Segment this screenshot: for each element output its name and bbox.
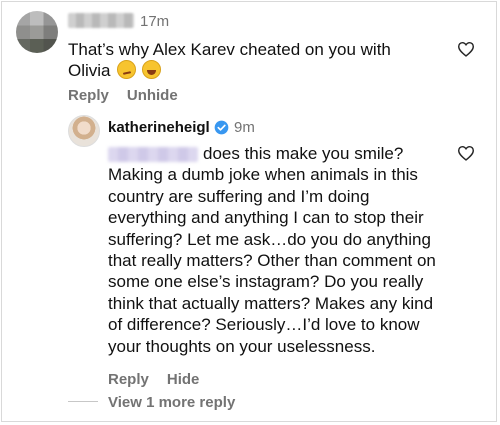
comment-text: That’s why Alex Karev cheated on you wit… [68, 40, 391, 80]
reply-button[interactable]: Reply [108, 371, 149, 388]
comment-timestamp: 17m [140, 13, 170, 30]
tears-of-joy-icon [141, 60, 161, 79]
hide-button[interactable]: Hide [167, 371, 200, 388]
like-reply-heart-icon[interactable] [457, 145, 475, 161]
comment-actions: Reply Unhide [68, 87, 196, 104]
view-more-divider [68, 401, 98, 402]
commenter-avatar[interactable] [16, 11, 58, 53]
blurred-commenter-username[interactable] [68, 13, 134, 28]
reply-avatar[interactable] [68, 115, 100, 147]
smirking-face-icon [116, 60, 136, 79]
reply-text: does this make you smile? Making a dumb … [108, 144, 436, 356]
reply-username[interactable]: katherineheigl [108, 119, 210, 136]
view-more-replies-link[interactable]: View 1 more reply [108, 394, 235, 411]
reply-timestamp: 9m [234, 119, 255, 136]
reply-button[interactable]: Reply [68, 87, 109, 104]
verified-badge-icon [214, 120, 229, 135]
reply-actions: Reply Hide [108, 371, 217, 388]
unhide-button[interactable]: Unhide [127, 87, 178, 104]
comments-panel: 17m That’s why Alex Karev cheated on you… [1, 1, 497, 422]
like-comment-heart-icon[interactable] [457, 41, 475, 57]
